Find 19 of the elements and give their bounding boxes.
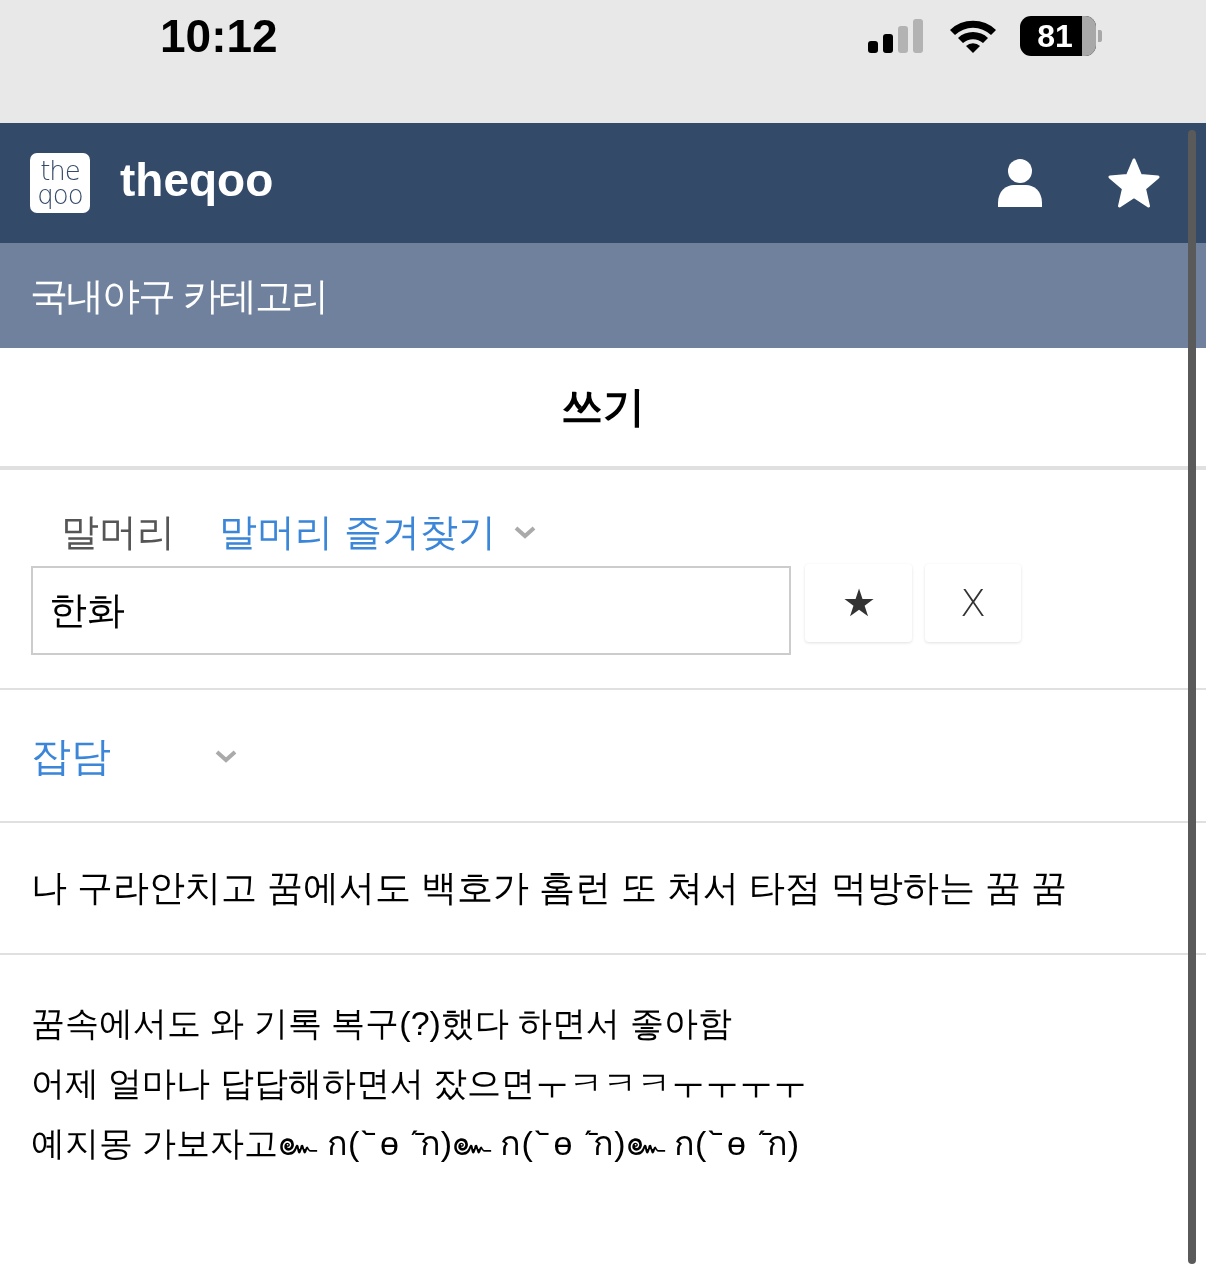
status-time: 10:12 (160, 9, 278, 64)
prefix-favorites-link[interactable]: 말머리 즐겨찾기 (219, 513, 496, 551)
scrollbar[interactable] (1188, 130, 1196, 1264)
star-icon[interactable] (1108, 158, 1160, 208)
post-body-field[interactable]: 꿈속에서도 와 기록 복구(?)했다 하면서 좋아함 어제 얼마나 답답해하면서 잤으면ㅜㅋㅋㅋㅜㅜㅜㅜ 예지몽 가보자고๛ ก(ˋ̄ ө ˊ̄ก)๛ ก(ˋ̄ ө ˊ̄ก)๛ ก(ˋ̄ ө ˊ̄ก) (31, 993, 1171, 1173)
user-icon[interactable] (998, 159, 1042, 207)
page-title: 쓰기 (561, 386, 645, 428)
category-select[interactable]: 잡담 (31, 735, 237, 776)
site-name[interactable]: theqoo (120, 157, 274, 209)
site-logo[interactable]: the qoo (30, 153, 90, 213)
category-title[interactable]: 국내야구 카테고리 (30, 276, 327, 315)
chevron-down-icon (215, 748, 237, 763)
favorite-prefix-button[interactable]: ★ (805, 564, 912, 642)
signal-icon (868, 19, 926, 53)
wifi-icon (948, 18, 998, 54)
clear-prefix-button[interactable]: X (925, 564, 1021, 642)
prefix-input[interactable]: 한화 (31, 566, 791, 655)
battery-indicator: 81 (1020, 16, 1102, 56)
prefix-label: 말머리 (61, 513, 175, 551)
